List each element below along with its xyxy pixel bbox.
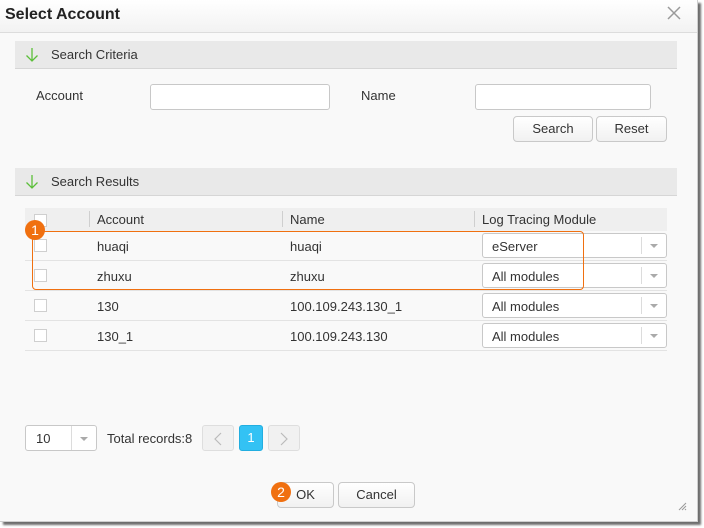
search-button[interactable]: Search	[513, 116, 593, 142]
account-cell: 130_1	[97, 329, 134, 344]
annotation-badge-1: 1	[25, 220, 45, 240]
page-button-current[interactable]: 1	[239, 425, 263, 451]
log-tracing-module-select[interactable]: All modules	[482, 323, 667, 348]
page-size-select[interactable]: 10	[25, 425, 97, 451]
search-criteria-header[interactable]: Search Criteria	[15, 41, 677, 69]
resize-grip-icon[interactable]	[677, 501, 687, 511]
column-separator	[89, 211, 90, 227]
search-results-header[interactable]: Search Results	[15, 168, 677, 196]
select-divider	[641, 327, 642, 344]
reset-button[interactable]: Reset	[596, 116, 667, 142]
select-value: All modules	[492, 329, 560, 344]
row-checkbox[interactable]	[34, 329, 47, 342]
chevron-right-icon	[280, 432, 288, 446]
table-row[interactable]: 130_1 100.109.243.130 All modules	[25, 321, 667, 351]
select-value: All modules	[492, 299, 560, 314]
row-checkbox[interactable]	[34, 299, 47, 312]
row-checkbox[interactable]	[34, 239, 47, 252]
cancel-button[interactable]: Cancel	[338, 482, 415, 508]
dialog-titlebar: Select Account	[0, 0, 697, 33]
total-records: Total records:8	[107, 431, 193, 446]
column-header-log-tracing-module[interactable]: Log Tracing Module	[482, 212, 596, 227]
previous-page-button[interactable]	[202, 425, 234, 451]
column-header-name[interactable]: Name	[290, 212, 325, 227]
select-value: All modules	[492, 269, 560, 284]
account-label: Account	[36, 88, 83, 103]
log-tracing-module-select[interactable]: All modules	[482, 293, 667, 318]
table-row[interactable]: 130 100.109.243.130_1 All modules	[25, 291, 667, 321]
chevron-down-icon	[650, 244, 658, 248]
select-value: eServer	[492, 239, 538, 254]
account-cell: huaqi	[97, 239, 129, 254]
select-divider	[641, 297, 642, 314]
close-icon	[667, 6, 681, 20]
name-input[interactable]	[475, 84, 651, 110]
select-account-dialog: Select Account Search Criteria Account N…	[0, 0, 698, 522]
select-divider	[641, 237, 642, 254]
name-cell: 100.109.243.130	[290, 329, 388, 344]
page-size-value: 10	[36, 431, 51, 446]
log-tracing-module-select[interactable]: eServer	[482, 233, 667, 258]
column-separator	[282, 211, 283, 227]
row-checkbox[interactable]	[34, 269, 47, 282]
annotation-badge-2: 2	[271, 482, 291, 502]
name-cell: 100.109.243.130_1	[290, 299, 403, 314]
search-results-title: Search Results	[51, 174, 140, 189]
table-row[interactable]: huaqi huaqi eServer	[25, 231, 667, 261]
next-page-button[interactable]	[268, 425, 300, 451]
dialog-title: Select Account	[5, 6, 120, 23]
chevron-left-icon	[214, 432, 222, 446]
chevron-down-icon	[80, 437, 88, 441]
account-cell: 130	[97, 299, 119, 314]
table-row[interactable]: zhuxu zhuxu All modules	[25, 261, 667, 291]
column-header-account[interactable]: Account	[97, 212, 144, 227]
select-divider	[71, 426, 72, 450]
arrow-down-icon	[26, 175, 38, 189]
account-cell: zhuxu	[97, 269, 132, 284]
table-header: Account Name Log Tracing Module	[25, 208, 667, 231]
search-criteria-title: Search Criteria	[51, 47, 138, 62]
log-tracing-module-select[interactable]: All modules	[482, 263, 667, 288]
chevron-down-icon	[650, 304, 658, 308]
chevron-down-icon	[650, 334, 658, 338]
column-separator	[474, 211, 475, 227]
account-input[interactable]	[150, 84, 330, 110]
name-cell: zhuxu	[290, 269, 325, 284]
name-cell: huaqi	[290, 239, 322, 254]
name-label: Name	[361, 88, 396, 103]
close-button[interactable]	[667, 6, 683, 22]
select-divider	[641, 267, 642, 284]
arrow-down-icon	[26, 48, 38, 62]
results-table: Account Name Log Tracing Module huaqi hu…	[25, 208, 667, 351]
chevron-down-icon	[650, 274, 658, 278]
